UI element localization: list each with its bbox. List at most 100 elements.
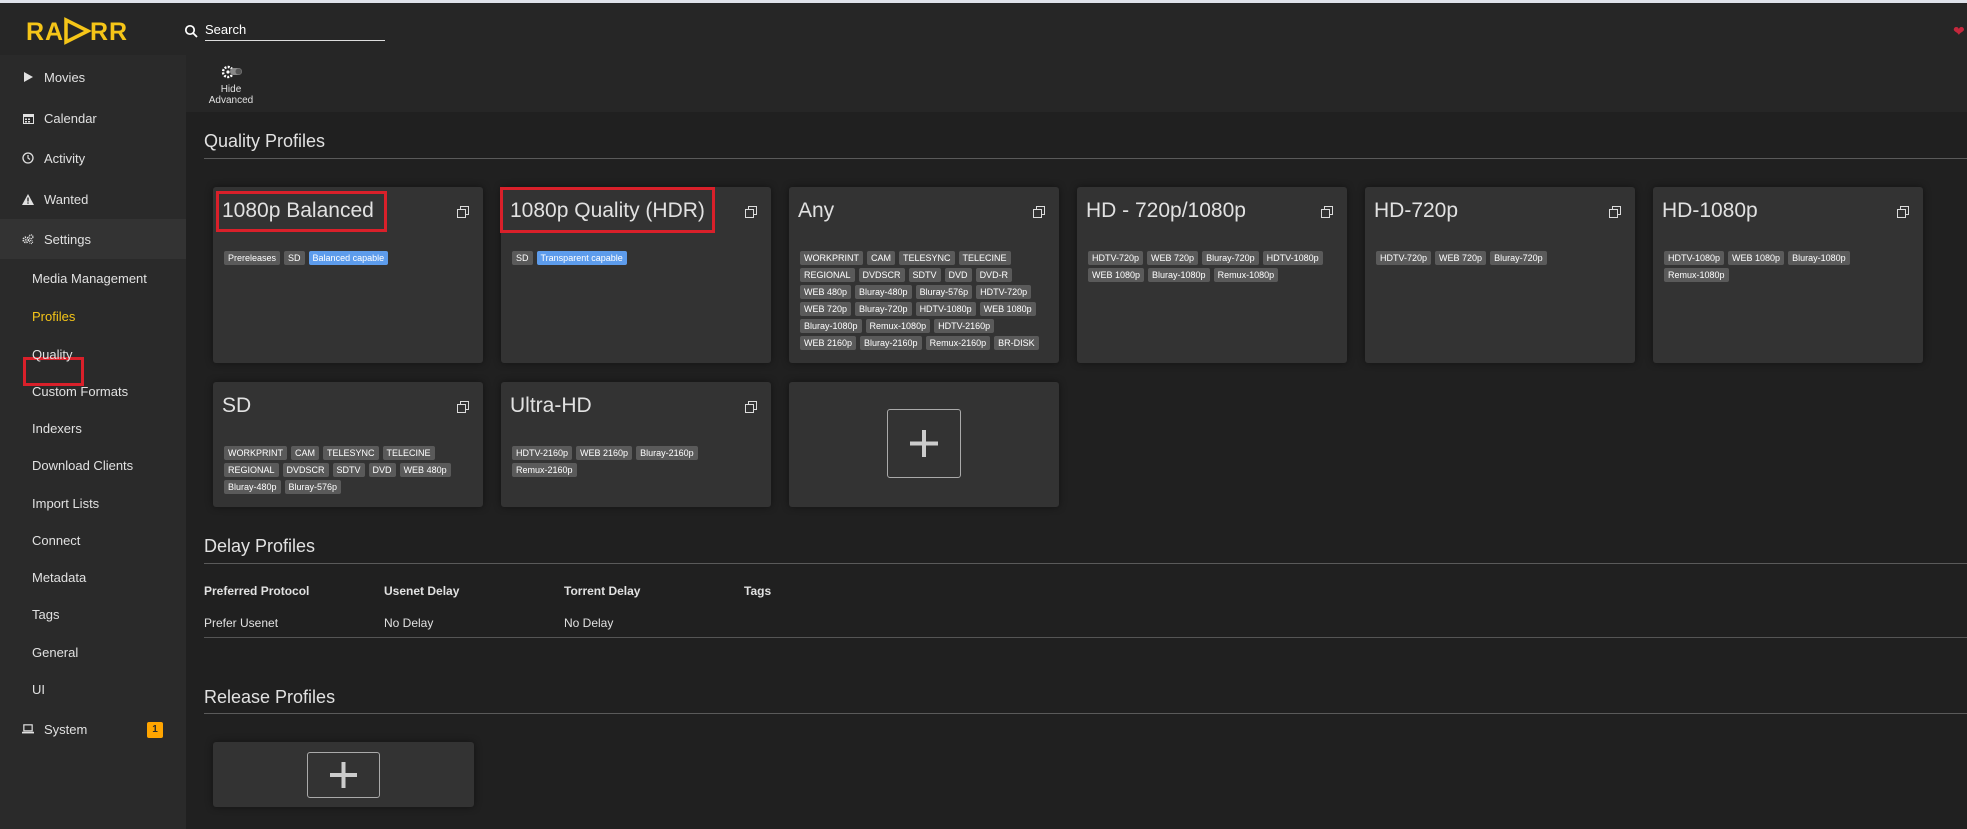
laptop-icon <box>22 723 34 735</box>
search-input[interactable] <box>205 19 385 41</box>
sidebar-item-settings[interactable]: Settings <box>0 219 186 259</box>
system-badge: 1 <box>147 722 163 738</box>
quality-tag: SDTV <box>332 463 365 477</box>
sidebar-subitem-custom-formats[interactable]: Custom Formats <box>32 384 128 399</box>
quality-tag: HDTV-1080p <box>1262 251 1323 265</box>
clone-icon[interactable] <box>1321 206 1333 218</box>
quality-tag: HDTV-720p <box>1376 251 1432 265</box>
quality-tag: Bluray-720p <box>855 302 912 316</box>
sidebar-item-wanted[interactable]: Wanted <box>0 179 186 219</box>
quality-tag: BR-DISK <box>994 336 1039 350</box>
quality-tag: DVD <box>368 463 396 477</box>
quality-tag: WEB 2160p <box>576 446 633 460</box>
sidebar-subitem-metadata[interactable]: Metadata <box>32 570 86 585</box>
profile-card[interactable]: Ultra-HD HDTV-2160p WEB 2160p Bluray-2160p… <box>501 382 771 507</box>
profile-name-highlight <box>216 191 387 232</box>
quality-tag: CAM <box>291 446 319 460</box>
profile-card[interactable]: HD-720p HDTV-720p WEB 720p Bluray-720p <box>1365 187 1635 363</box>
add-quality-profile-card[interactable] <box>789 382 1059 507</box>
sidebar-subitem-indexers[interactable]: Indexers <box>32 421 82 436</box>
quality-tag: DVD-R <box>975 268 1013 282</box>
quality-tag: SD <box>284 251 305 265</box>
profile-name-highlight <box>500 187 715 233</box>
sidebar-item-calendar[interactable]: Calendar <box>0 98 186 138</box>
quality-tag: REGIONAL <box>224 463 279 477</box>
quality-tag: Remux-1080p <box>1664 268 1729 282</box>
clock-icon <box>22 152 34 164</box>
clone-icon[interactable] <box>1897 206 1909 218</box>
quality-profiles-title: Quality Profiles <box>204 131 326 151</box>
hide-advanced-label-2: Advanced <box>208 95 254 106</box>
quality-tag: WEB 2160p <box>800 336 857 350</box>
quality-tag: Bluray-720p <box>1202 251 1259 265</box>
quality-tag: Bluray-2160p <box>860 336 922 350</box>
clone-icon[interactable] <box>457 401 469 413</box>
sidebar-subitem-tags[interactable]: Tags <box>32 607 59 622</box>
profile-card[interactable]: 1080p Quality (HDR) SD Transparent capabl… <box>500 187 771 363</box>
table-cell[interactable]: Prefer Usenet <box>204 616 278 630</box>
delay-profiles-rule <box>204 563 1967 564</box>
quality-tag: HDTV-1080p <box>915 302 976 316</box>
add-release-profile-card[interactable] <box>213 742 474 807</box>
clone-icon[interactable] <box>1609 206 1621 218</box>
profile-tags: Prereleases SD Balanced capable <box>224 251 476 265</box>
quality-tag: WEB 1080p <box>1728 251 1785 265</box>
hide-advanced-button[interactable]: Hide Advanced <box>207 63 255 106</box>
quality-profiles-rule <box>204 158 1967 159</box>
sidebar-subitem-media-management[interactable]: Media Management <box>32 271 147 286</box>
quality-tag: WEB 1080p <box>979 302 1036 316</box>
profile-card[interactable]: Any WORKPRINT CAM TELESYNC TELECINE REGIONAL… <box>789 187 1059 363</box>
quality-tag: Remux-2160p <box>512 463 577 477</box>
calendar-icon <box>22 112 34 124</box>
quality-tag: Prereleases <box>224 251 281 265</box>
radarr-logo[interactable]: RA RR <box>26 15 141 47</box>
sidebar-subitem-profiles[interactable]: Profiles <box>32 309 75 324</box>
sidebar-item-activity[interactable]: Activity <box>0 138 186 178</box>
quality-tag: Bluray-1080p <box>1788 251 1850 265</box>
heart-icon[interactable]: ❤ <box>1953 23 1965 40</box>
profile-card[interactable]: HD-1080p HDTV-1080p WEB 1080p Bluray-1080p… <box>1653 187 1923 363</box>
svg-text:RR: RR <box>90 18 128 46</box>
quality-tag: Remux-2160p <box>925 336 991 350</box>
sidebar-subitem-quality[interactable]: Quality <box>32 347 72 362</box>
plus-icon <box>330 762 357 788</box>
sidebar-item-movies[interactable]: Movies <box>0 57 186 97</box>
clone-icon[interactable] <box>745 206 757 218</box>
clone-icon[interactable] <box>1033 206 1045 218</box>
profile-card[interactable]: 1080p Balanced Prereleases SD Balanced cap… <box>213 187 483 363</box>
quality-tag: Bluray-1080p <box>1148 268 1210 282</box>
quality-tag: DVDSCR <box>282 463 329 477</box>
sidebar-item-label: Activity <box>44 150 86 166</box>
warning-icon <box>22 193 34 205</box>
quality-tag: TELESYNC <box>323 446 379 460</box>
sidebar-subitem-general[interactable]: General <box>32 645 78 660</box>
quality-tag: Bluray-480p <box>224 480 281 494</box>
quality-tag: HDTV-2160p <box>934 319 995 333</box>
add-quality-profile-button[interactable] <box>887 409 961 478</box>
svg-text:RA: RA <box>26 18 64 46</box>
quality-tag: WEB 480p <box>800 285 852 299</box>
table-cell[interactable]: No Delay <box>384 616 433 630</box>
quality-tag: DVD <box>944 268 972 282</box>
sidebar-item-label: System <box>44 721 88 737</box>
profile-name: HD-1080p <box>1662 199 1758 222</box>
sidebar-subitem-connect[interactable]: Connect <box>32 533 80 548</box>
sidebar-subitem-ui[interactable]: UI <box>32 682 45 697</box>
header: RA RR ❤ <box>0 3 1967 55</box>
plus-icon <box>910 430 938 457</box>
table-cell[interactable]: No Delay <box>564 616 613 630</box>
sidebar-subitem-download-clients[interactable]: Download Clients <box>32 458 133 473</box>
profile-card[interactable]: SD WORKPRINT CAM TELESYNC TELECINE REGIONAL D… <box>213 382 483 507</box>
column-header: Preferred Protocol <box>204 584 310 598</box>
clone-icon[interactable] <box>457 206 469 218</box>
add-release-profile-button[interactable] <box>307 752 380 798</box>
quality-tag: Remux-1080p <box>865 319 931 333</box>
profile-card[interactable]: HD - 720p/1080p HDTV-720p WEB 720p Bluray-… <box>1077 187 1347 363</box>
sidebar-subitem-import-lists[interactable]: Import Lists <box>32 496 99 511</box>
quality-tag: SD <box>512 251 533 265</box>
capability-tag: Transparent capable <box>536 251 627 265</box>
gears-icon <box>22 233 34 245</box>
clone-icon[interactable] <box>745 401 757 413</box>
quality-tag: WEB 1080p <box>1088 268 1145 282</box>
quality-tag: TELECINE <box>382 446 435 460</box>
